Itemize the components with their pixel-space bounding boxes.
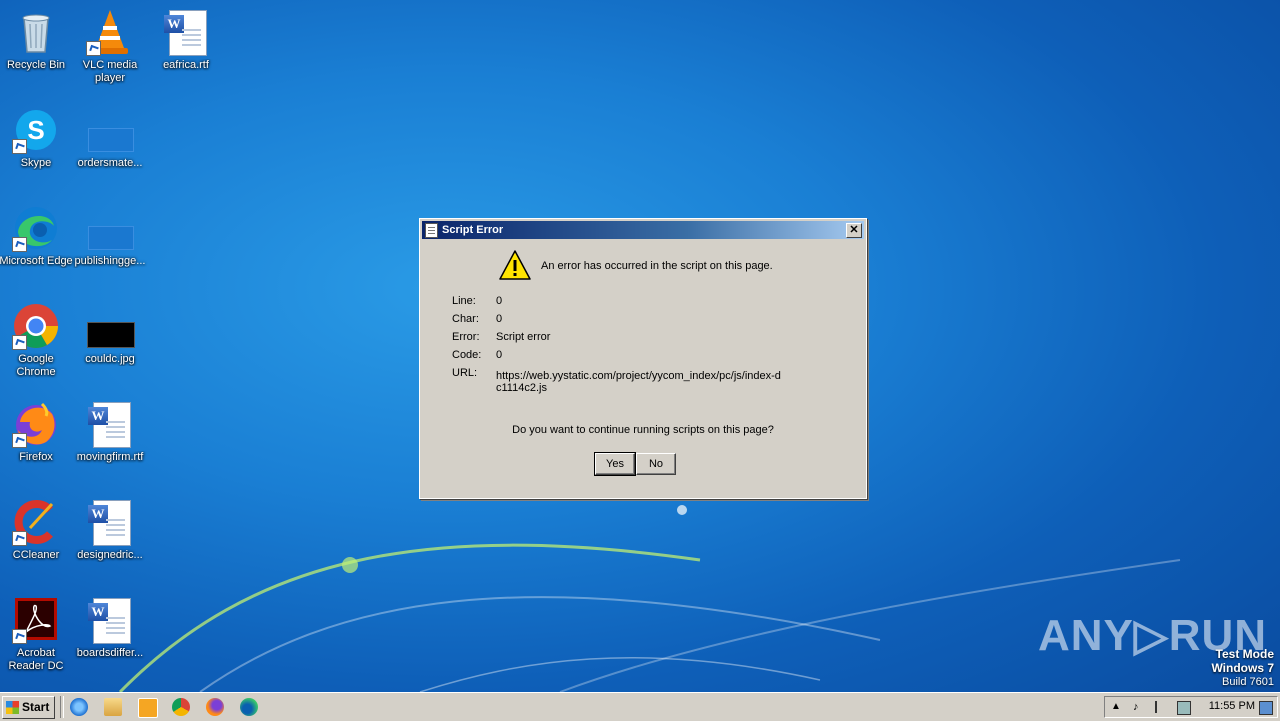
show-hidden-icons-icon[interactable]: ▲ <box>1111 701 1123 713</box>
yes-button[interactable]: Yes <box>594 452 636 476</box>
action-center-flag-icon[interactable] <box>1155 701 1169 713</box>
desktop-icon-eafrica-rtf[interactable]: W eafrica.rtf <box>148 8 224 72</box>
desktop-icon-skype[interactable]: S Skype <box>0 106 74 170</box>
desktop-icon-ordersmate[interactable]: ordersmate... <box>72 106 148 170</box>
desktop-icon-boardsdiffer[interactable]: W boardsdiffer... <box>72 596 148 660</box>
desktop-icon-label: Firefox <box>19 451 53 463</box>
field-label: Line: <box>452 295 476 307</box>
desktop-icon-ccleaner[interactable]: CCleaner <box>0 498 74 562</box>
dialog-titlebar[interactable]: Script Error ✕ <box>422 221 864 239</box>
os-name-text: Windows 7 <box>1211 661 1274 675</box>
taskbar-separator <box>60 696 64 718</box>
field-label: URL: <box>452 367 478 379</box>
build-text: Build 7601 <box>1222 676 1274 688</box>
word-document-icon: W <box>86 400 134 448</box>
desktop-icon-vlc[interactable]: VLC media player <box>72 8 148 85</box>
desktop-icon-designedric[interactable]: W designedric... <box>72 498 148 562</box>
word-document-icon: W <box>86 596 134 644</box>
line-row: Line: 0 <box>452 295 502 307</box>
field-value: 0 <box>496 349 503 361</box>
desktop-icon-label: Google Chrome <box>16 353 56 378</box>
shortcut-arrow-icon <box>12 531 27 546</box>
start-button[interactable]: Start <box>2 696 55 719</box>
taskbar: Start ▲ ♪ 11:55 PM <box>0 692 1280 721</box>
volume-icon[interactable]: ♪ <box>1133 701 1145 713</box>
svg-text:S: S <box>27 115 44 145</box>
test-mode-text: Test Mode <box>1215 647 1274 661</box>
error-row: Error: Script error <box>452 331 550 343</box>
field-label: Code: <box>452 349 482 361</box>
desktop-icon-movingfirm-rtf[interactable]: W movingfirm.rtf <box>72 400 148 464</box>
close-button[interactable]: ✕ <box>846 223 862 238</box>
desktop-icon-label: publishingge... <box>74 255 146 267</box>
field-value: Script error <box>496 331 551 343</box>
shortcut-arrow-icon <box>12 335 27 350</box>
char-row: Char: 0 <box>452 313 502 325</box>
desktop-icon-label: couldc.jpg <box>85 353 135 365</box>
error-message: An error has occurred in the script on t… <box>541 260 773 272</box>
field-label: Error: <box>452 331 480 343</box>
clock[interactable]: 11:55 PM <box>1209 700 1255 712</box>
system-tray: ▲ ♪ 11:55 PM <box>1104 696 1278 718</box>
desktop-icon-firefox[interactable]: Firefox <box>0 400 74 464</box>
dialog-title: Script Error <box>442 224 504 236</box>
edge-icon[interactable] <box>240 698 258 716</box>
desktop-icon-label: designedric... <box>77 549 143 561</box>
image-file-icon <box>87 322 135 348</box>
desktop-icon-label: CCleaner <box>12 549 60 561</box>
explorer-folder-icon[interactable] <box>104 698 122 716</box>
no-button[interactable]: No <box>636 453 676 475</box>
field-label: Char: <box>452 313 479 325</box>
field-value: 0 <box>496 313 503 325</box>
internet-explorer-icon[interactable] <box>70 698 88 716</box>
desktop-icon-google-chrome[interactable]: Google Chrome <box>0 302 74 379</box>
field-value: 0 <box>496 295 503 307</box>
desktop-icon-label: Recycle Bin <box>6 59 66 71</box>
desktop-icon-label: boardsdiffer... <box>76 647 144 659</box>
url-value: https://web.yystatic.com/project/yycom_i… <box>496 370 781 394</box>
code-row: Code: 0 <box>452 349 502 361</box>
desktop-icon-label: ordersmate... <box>77 157 143 169</box>
blank-file-icon <box>88 128 134 152</box>
windows-logo-icon <box>6 701 19 714</box>
desktop-icon-label: eafrica.rtf <box>163 59 209 71</box>
blank-file-icon <box>88 226 134 250</box>
shortcut-arrow-icon <box>12 237 27 252</box>
shortcut-arrow-icon <box>86 41 101 56</box>
continue-question: Do you want to continue running scripts … <box>512 424 774 436</box>
word-document-icon: W <box>162 8 210 56</box>
desktop-icon-label: Microsoft Edge <box>0 255 73 267</box>
media-player-icon[interactable] <box>138 698 158 718</box>
shortcut-arrow-icon <box>12 629 27 644</box>
desktop-icon-label: VLC media player <box>82 59 138 84</box>
warning-icon <box>499 250 531 280</box>
recycle-bin-icon <box>22 14 50 53</box>
desktop-icon-label: Skype <box>20 157 52 169</box>
test-mode-notice: Test Mode Windows 7 Build 7601 <box>1211 647 1274 689</box>
desktop-icon-couldc-jpg[interactable]: couldc.jpg <box>72 302 148 366</box>
desktop-icon-label: Acrobat Reader DC <box>8 647 64 672</box>
firefox-icon[interactable] <box>206 698 224 716</box>
chrome-icon[interactable] <box>172 698 190 716</box>
desktop-icon-recycle-bin[interactable]: Recycle Bin <box>0 8 74 72</box>
shortcut-arrow-icon <box>12 139 27 154</box>
show-desktop-icon[interactable] <box>1259 701 1273 715</box>
shortcut-arrow-icon <box>12 433 27 448</box>
document-icon <box>425 223 438 238</box>
start-label: Start <box>22 700 50 714</box>
word-document-icon: W <box>86 498 134 546</box>
network-icon[interactable] <box>1177 701 1191 715</box>
desktop-icon-publishingge[interactable]: publishingge... <box>72 204 148 268</box>
desktop-icon-microsoft-edge[interactable]: Microsoft Edge <box>0 204 74 268</box>
desktop-icon-acrobat-reader[interactable]: Acrobat Reader DC <box>0 596 74 673</box>
script-error-dialog: Script Error ✕ An error has occurred in … <box>419 218 867 499</box>
url-row: URL: <box>452 367 496 379</box>
desktop-icon-label: movingfirm.rtf <box>76 451 144 463</box>
